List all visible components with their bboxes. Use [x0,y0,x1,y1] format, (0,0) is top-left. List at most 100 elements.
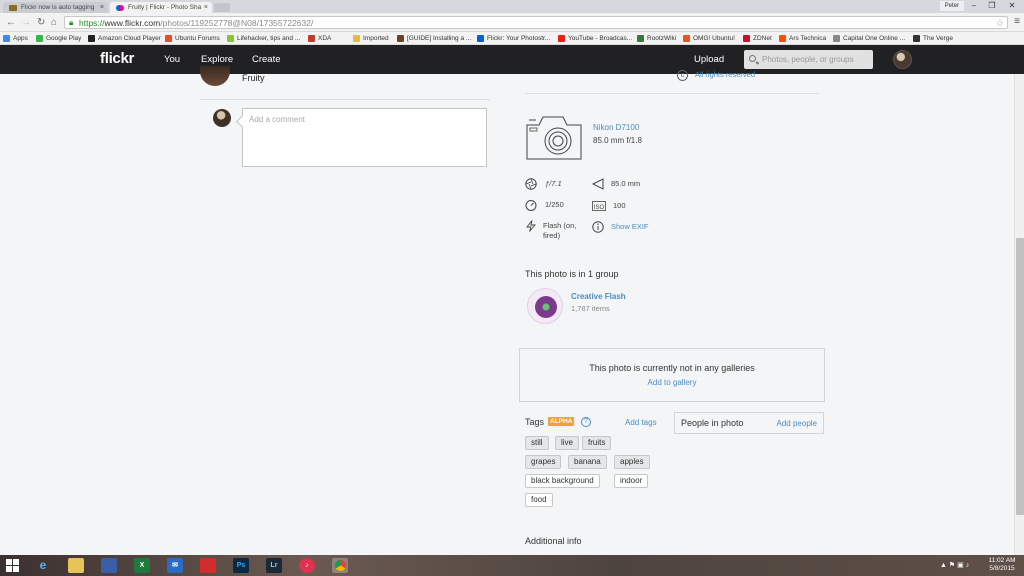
focal-length-icon [592,178,604,190]
bookmark-item[interactable]: Lifehacker, tips and ... [227,32,300,45]
help-icon[interactable]: ? [581,417,591,427]
bookmark-item[interactable]: [GUIDE] Installing a ... [397,32,471,45]
bookmark-item[interactable]: Imported [353,32,389,45]
photo-title: Fruity [242,73,265,83]
mail-icon[interactable]: ✉ [167,558,183,573]
url-scheme: https:// [79,18,105,28]
account-avatar[interactable] [893,50,912,69]
nav-create[interactable]: Create [252,54,281,65]
bookmark-item[interactable]: The Verge [913,32,953,45]
bookmark-item[interactable]: OMG! Ubuntu! [683,32,735,45]
windows-start-icon[interactable] [6,559,20,572]
app-icon[interactable] [101,558,117,573]
bookmark-label: Ubuntu Forums [175,35,220,42]
add-to-gallery-link[interactable]: Add to gallery [520,378,824,387]
copyright-icon: c [677,70,688,81]
bookmark-star-icon[interactable]: ☆ [996,17,1004,29]
window-close-icon[interactable]: ✕ [1004,0,1020,12]
bookmark-icon [165,35,172,42]
bookmark-item[interactable]: Ars Technica [779,32,826,45]
tag-chip[interactable]: apples [614,455,650,469]
browser-tab-2[interactable]: Fruity | Flickr - Photo Sha × [110,2,212,13]
flickr-logo[interactable]: flickr [100,50,134,67]
tag-chip[interactable]: live [555,436,580,450]
bookmark-icon [833,35,840,42]
tag-chip[interactable]: indoor [614,474,649,488]
comment-input[interactable]: Add a comment [242,108,487,167]
nav-explore[interactable]: Explore [201,54,233,65]
url-field[interactable]: 🔒︎ https://www.flickr.com/photos/1192527… [64,16,1008,29]
add-tags-link[interactable]: Add tags [625,418,657,427]
close-tab-icon[interactable]: × [204,2,208,13]
profile-button[interactable]: Peter [939,1,964,11]
tag-chip[interactable]: black background [525,474,600,488]
system-tray[interactable]: ▲ ⚑ ▣ ♪ [940,561,969,569]
search-icon [749,55,756,62]
bookmark-item[interactable]: Ubuntu Forums [165,32,220,45]
comment-placeholder: Add a comment [249,115,306,124]
lightroom-icon[interactable]: Lr [266,558,282,573]
tag-chip[interactable]: fruits [582,436,612,450]
bookmark-label: Flickr: Your Photostr... [487,35,551,42]
camera-icon [526,116,582,160]
group-name-link[interactable]: Creative Flash [571,292,626,301]
bookmark-icon [683,35,690,42]
group-avatar[interactable] [527,288,563,324]
scrollbar-thumb[interactable] [1016,238,1024,515]
license-link[interactable]: c All rights reserved [677,70,755,81]
search-placeholder: Photos, people, or groups [762,55,854,64]
back-icon[interactable]: ← [6,17,16,28]
chrome-menu-icon[interactable]: ≡ [1014,16,1020,27]
tag-chip[interactable]: grapes [525,455,562,469]
tag-chip[interactable]: food [525,493,553,507]
taskbar-clock[interactable]: 11:02 AM 5/8/2015 [984,557,1020,573]
add-people-link[interactable]: Add people [777,419,817,428]
bookmark-item[interactable]: Google Play [36,32,81,45]
bookmark-item[interactable]: RootzWiki [637,32,676,45]
bookmark-item[interactable]: XDA [308,32,331,45]
bookmark-icon [743,35,750,42]
excel-icon[interactable]: X [134,558,150,573]
minimize-icon[interactable]: – [966,0,982,12]
photoshop-icon[interactable]: Ps [233,558,249,573]
chrome-icon[interactable] [332,558,348,573]
close-tab-icon[interactable]: × [100,2,104,13]
search-input[interactable]: Photos, people, or groups [744,50,873,69]
show-exif-link[interactable]: Show EXIF [611,222,649,232]
bookmark-icon [913,35,920,42]
new-tab-button[interactable] [214,3,230,12]
iso-value: 100 [613,201,626,210]
restore-icon[interactable]: ❐ [984,0,1000,12]
bookmark-label: Capital One Online ... [843,35,906,42]
file-explorer-icon[interactable] [68,558,84,573]
tag-chip[interactable]: banana [568,455,607,469]
nav-you[interactable]: You [164,54,180,65]
bookmark-item[interactable]: ZDNet [743,32,772,45]
camera-model-link[interactable]: Nikon D7100 [593,123,639,132]
bookmark-icon [397,35,404,42]
home-icon[interactable]: ⌂ [51,17,57,28]
bookmark-icon [353,35,360,42]
bookmark-item[interactable]: Amazon Cloud Player [88,32,161,45]
bookmark-item[interactable]: Apps [3,32,28,45]
author-avatar[interactable] [200,66,230,86]
tag-chip[interactable]: still [525,436,549,450]
upload-button[interactable]: Upload [694,54,724,65]
bookmark-label: Apps [13,35,28,42]
ie-icon[interactable]: e [35,558,51,573]
creative-cloud-icon[interactable] [200,558,216,573]
bookmark-label: RootzWiki [647,35,677,42]
bookmark-item[interactable]: YouTube - Broadcas... [558,32,632,45]
divider [525,93,819,94]
reload-icon[interactable]: ↻ [37,17,45,28]
bookmark-item[interactable]: Flickr: Your Photostr... [477,32,550,45]
forward-icon[interactable]: → [21,17,31,28]
browser-tab-1[interactable]: Flickr now is auto tagging × [3,2,108,13]
bookmark-item[interactable]: Capital One Online ... [833,32,905,45]
page-scrollbar[interactable] [1014,74,1024,555]
flickr-header: flickr You Explore Create Upload Photos,… [0,45,1024,74]
bookmarks-bar: Apps Google Play Amazon Cloud Player Ubuntu… [0,32,1024,45]
itunes-icon[interactable]: ♪ [299,558,315,573]
iso-icon: ISO [592,201,606,211]
url-host: www.flickr.com [104,18,161,28]
